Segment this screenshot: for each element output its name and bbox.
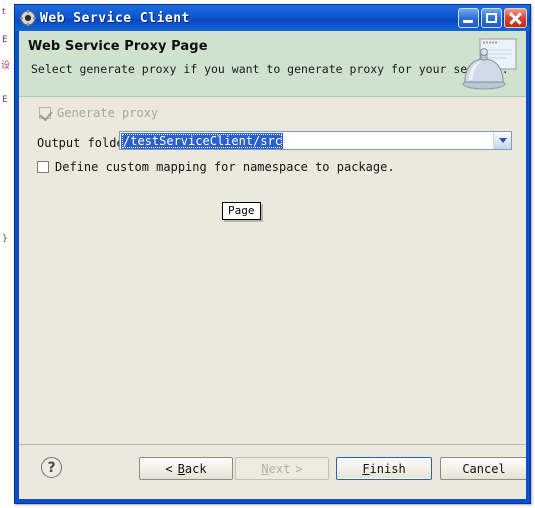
window-controls [458,8,527,28]
form-area: Generate proxy Output folder /testServic… [19,97,526,446]
custom-mapping-checkbox[interactable] [37,161,49,173]
chevron-down-icon[interactable] [493,132,511,149]
background-glyph: E [2,35,8,45]
close-button[interactable] [504,8,527,28]
custom-mapping-label: Define custom mapping for namespace to p… [55,160,395,174]
help-icon[interactable]: ? [41,457,62,478]
generate-proxy-checkbox-row: Generate proxy [39,106,159,122]
output-folder-label: Output folder [37,136,131,150]
maximize-button[interactable] [481,8,502,28]
background-glyph: 设 [1,61,11,71]
finish-mnemonic: F [362,461,370,476]
background-glyph: E [2,95,8,105]
title-bar[interactable]: Web Service Client [15,5,530,31]
next-arrow-icon: > [295,461,303,476]
generate-proxy-checkbox [39,107,53,122]
screen: t E 设 E} Web Service Client Web Service … [0,0,535,508]
next-label-rest: ext [268,461,291,476]
cancel-button[interactable]: Cancel [440,457,526,480]
back-arrow-icon: < [165,461,173,476]
dialog-footer: ? < Back Next > Finish Cancel [19,444,526,499]
eclipse-gear-icon [20,10,36,26]
dialog-window: Web Service Client Web Service Proxy Pag… [14,4,531,504]
page-description: Select generate proxy if you want to gen… [31,62,509,76]
output-folder-value: /testServiceClient/src [121,132,283,149]
window-title: Web Service Client [40,10,190,26]
wizard-banner: Web Service Proxy Page Select generate p… [19,31,526,97]
finish-button[interactable]: Finish [336,457,432,480]
back-button[interactable]: < Back [139,457,233,480]
page-tooltip: Page [222,202,261,220]
back-mnemonic: B [177,461,185,476]
custom-mapping-checkbox-row[interactable]: Define custom mapping for namespace to p… [37,160,395,174]
footer-separator [19,444,526,445]
dialog-client-area: Web Service Proxy Page Select generate p… [19,31,526,499]
background-glyph: t [2,7,6,17]
output-folder-combo[interactable]: /testServiceClient/src [119,131,512,150]
generate-proxy-label: Generate proxy [57,106,159,120]
background-glyph: } [2,234,8,244]
page-title: Web Service Proxy Page [28,39,208,54]
minimize-button[interactable] [458,8,479,28]
back-label-rest: ack [184,461,207,476]
output-folder-input[interactable]: /testServiceClient/src [120,132,493,149]
next-button: Next > [235,457,329,480]
next-mnemonic: N [261,461,269,476]
finish-label-rest: inish [369,461,406,476]
web-service-bell-icon [460,35,518,93]
